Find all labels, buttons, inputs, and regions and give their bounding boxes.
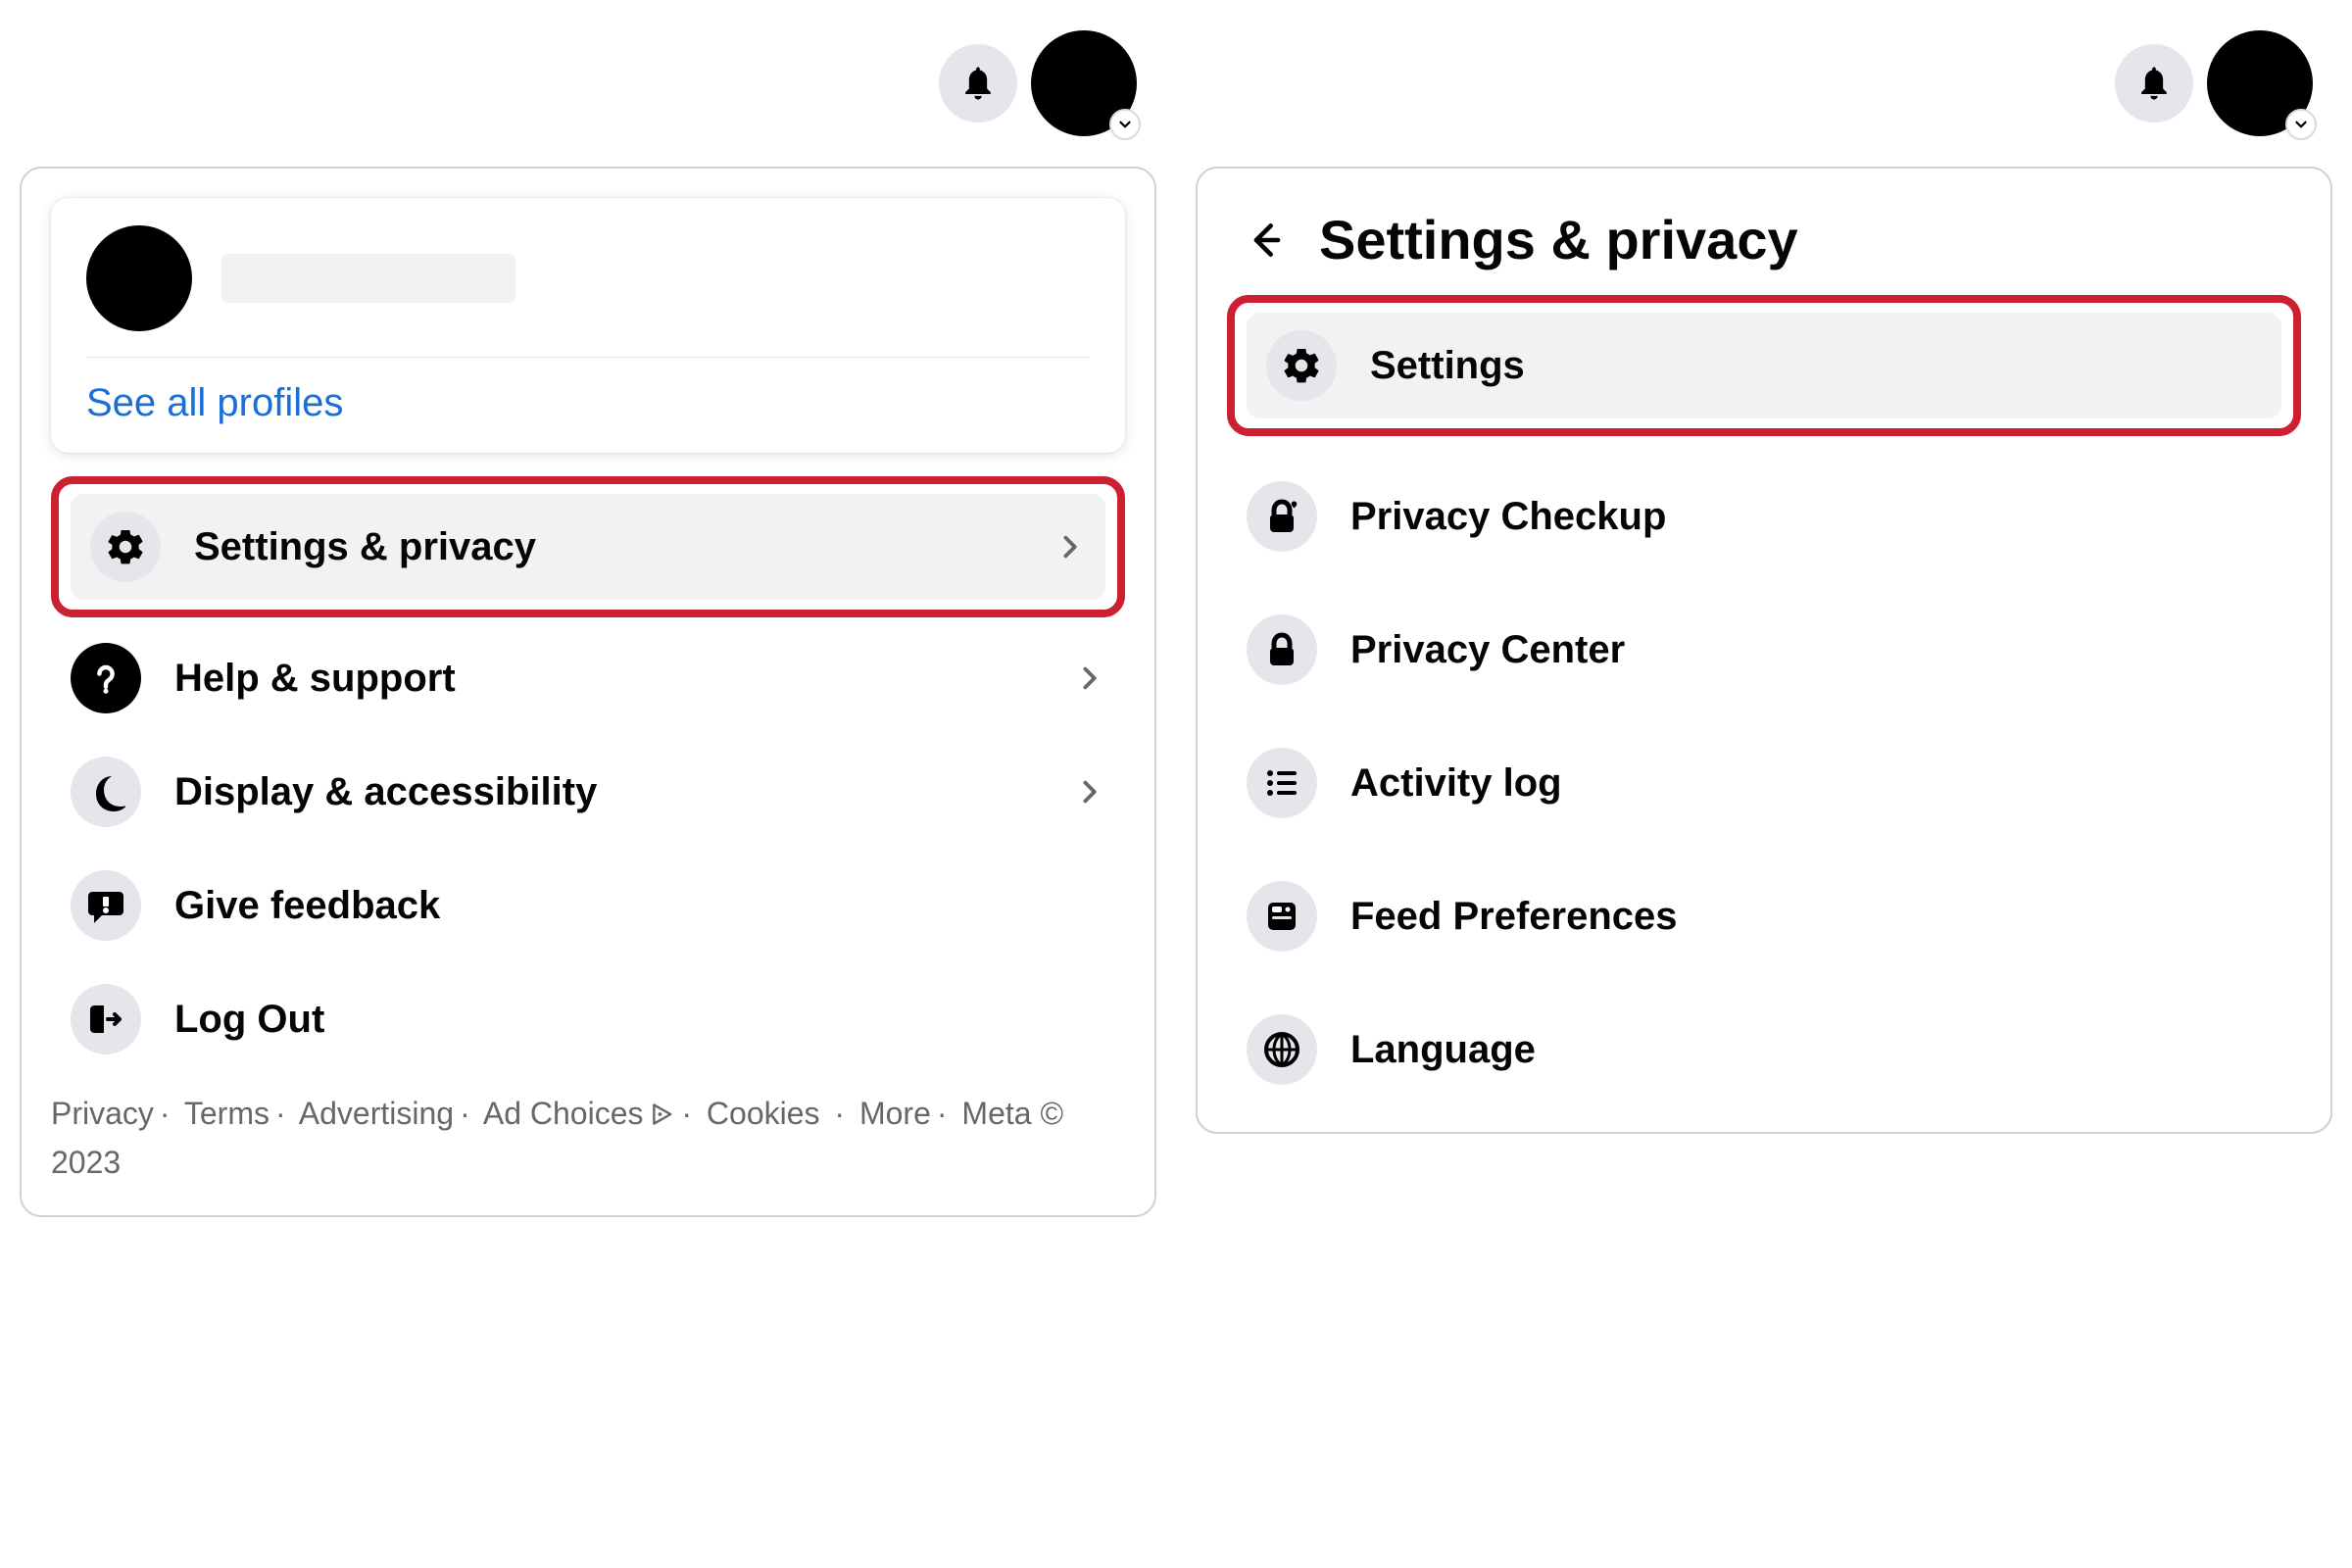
menu-item-label: Help & support [174,657,1043,701]
menu-item-label: Privacy Center [1350,628,2281,672]
footer-link-terms[interactable]: Terms [184,1096,270,1131]
footer-link-ad-choices[interactable]: Ad Choices [483,1096,644,1131]
menu-item-feed-preferences[interactable]: Feed Preferences [1227,863,2301,969]
menu-item-label: Settings & privacy [194,525,1023,569]
profile-name-placeholder [221,254,515,303]
footer-link-cookies[interactable]: Cookies [707,1096,820,1131]
topbar [1196,20,2332,157]
chevron-right-icon [1056,532,1086,562]
menu-item-privacy-center[interactable]: Privacy Center [1227,597,2301,703]
account-menu-pane: See all profiles Settings & privacy Help… [20,20,1156,1548]
feed-icon [1247,881,1317,952]
menu-item-help-support[interactable]: Help & support [51,625,1125,731]
menu-item-display-accessibility[interactable]: Display & accessibility [51,739,1125,845]
settings-privacy-card: Settings & privacy Settings Privacy Chec… [1196,167,2332,1134]
menu-item-activity-log[interactable]: Activity log [1227,730,2301,836]
profile-row[interactable] [86,225,1090,357]
footer-link-more[interactable]: More [859,1096,931,1131]
settings-privacy-pane: Settings & privacy Settings Privacy Chec… [1196,20,2332,1548]
menu-item-label: Display & accessibility [174,770,1043,814]
back-button[interactable] [1243,216,1292,265]
menu-item-label: Give feedback [174,884,1105,928]
bell-icon [2132,62,2176,105]
chevron-right-icon [1076,663,1105,693]
menu-item-label: Feed Preferences [1350,895,2281,939]
logout-icon [71,984,141,1054]
menu-item-log-out[interactable]: Log Out [51,966,1125,1072]
menu-item-label: Language [1350,1028,2281,1072]
highlight-box: Settings [1227,295,2301,436]
account-menu-card: See all profiles Settings & privacy Help… [20,167,1156,1217]
panel-header: Settings & privacy [1227,198,2301,295]
menu-item-settings-privacy[interactable]: Settings & privacy [71,494,1105,600]
gear-icon [1266,330,1337,401]
menu-item-label: Activity log [1350,761,2281,806]
lock-icon [1247,614,1317,685]
bell-icon [956,62,1000,105]
see-all-profiles-link[interactable]: See all profiles [86,377,1090,429]
moon-icon [71,757,141,827]
chevron-right-icon [1076,777,1105,807]
feedback-icon [71,870,141,941]
menu-item-label: Settings [1370,344,2262,388]
footer-links: Privacy· Terms· Advertising· Ad Choices … [51,1072,1125,1186]
footer-link-advertising[interactable]: Advertising [299,1096,454,1131]
panel-title: Settings & privacy [1319,208,1798,271]
list-icon [1247,748,1317,818]
menu-item-settings[interactable]: Settings [1247,313,2281,418]
menu-item-privacy-checkup[interactable]: Privacy Checkup [1227,464,2301,569]
menu-item-label: Privacy Checkup [1350,495,2281,539]
ad-choices-icon [652,1092,675,1139]
notifications-button[interactable] [2115,44,2193,122]
account-avatar-button[interactable] [2207,30,2313,136]
chevron-down-icon [1109,109,1141,140]
highlight-box: Settings & privacy [51,476,1125,617]
notifications-button[interactable] [939,44,1017,122]
globe-icon [1247,1014,1317,1085]
back-arrow-icon [1246,219,1289,262]
lock-heart-icon [1247,481,1317,552]
footer-link-privacy[interactable]: Privacy [51,1096,154,1131]
avatar-icon [86,225,192,331]
account-menu-list: Settings & privacy Help & support Displa… [51,476,1125,1072]
chevron-down-icon [2285,109,2317,140]
menu-item-label: Log Out [174,998,1105,1042]
question-icon [71,643,141,713]
menu-item-give-feedback[interactable]: Give feedback [51,853,1125,958]
topbar [20,20,1156,157]
account-avatar-button[interactable] [1031,30,1137,136]
profile-card: See all profiles [51,198,1125,453]
divider [86,357,1090,358]
settings-menu-list: Settings Privacy Checkup Privacy Center [1227,295,2301,1102]
gear-icon [90,512,161,582]
menu-item-language[interactable]: Language [1227,997,2301,1102]
